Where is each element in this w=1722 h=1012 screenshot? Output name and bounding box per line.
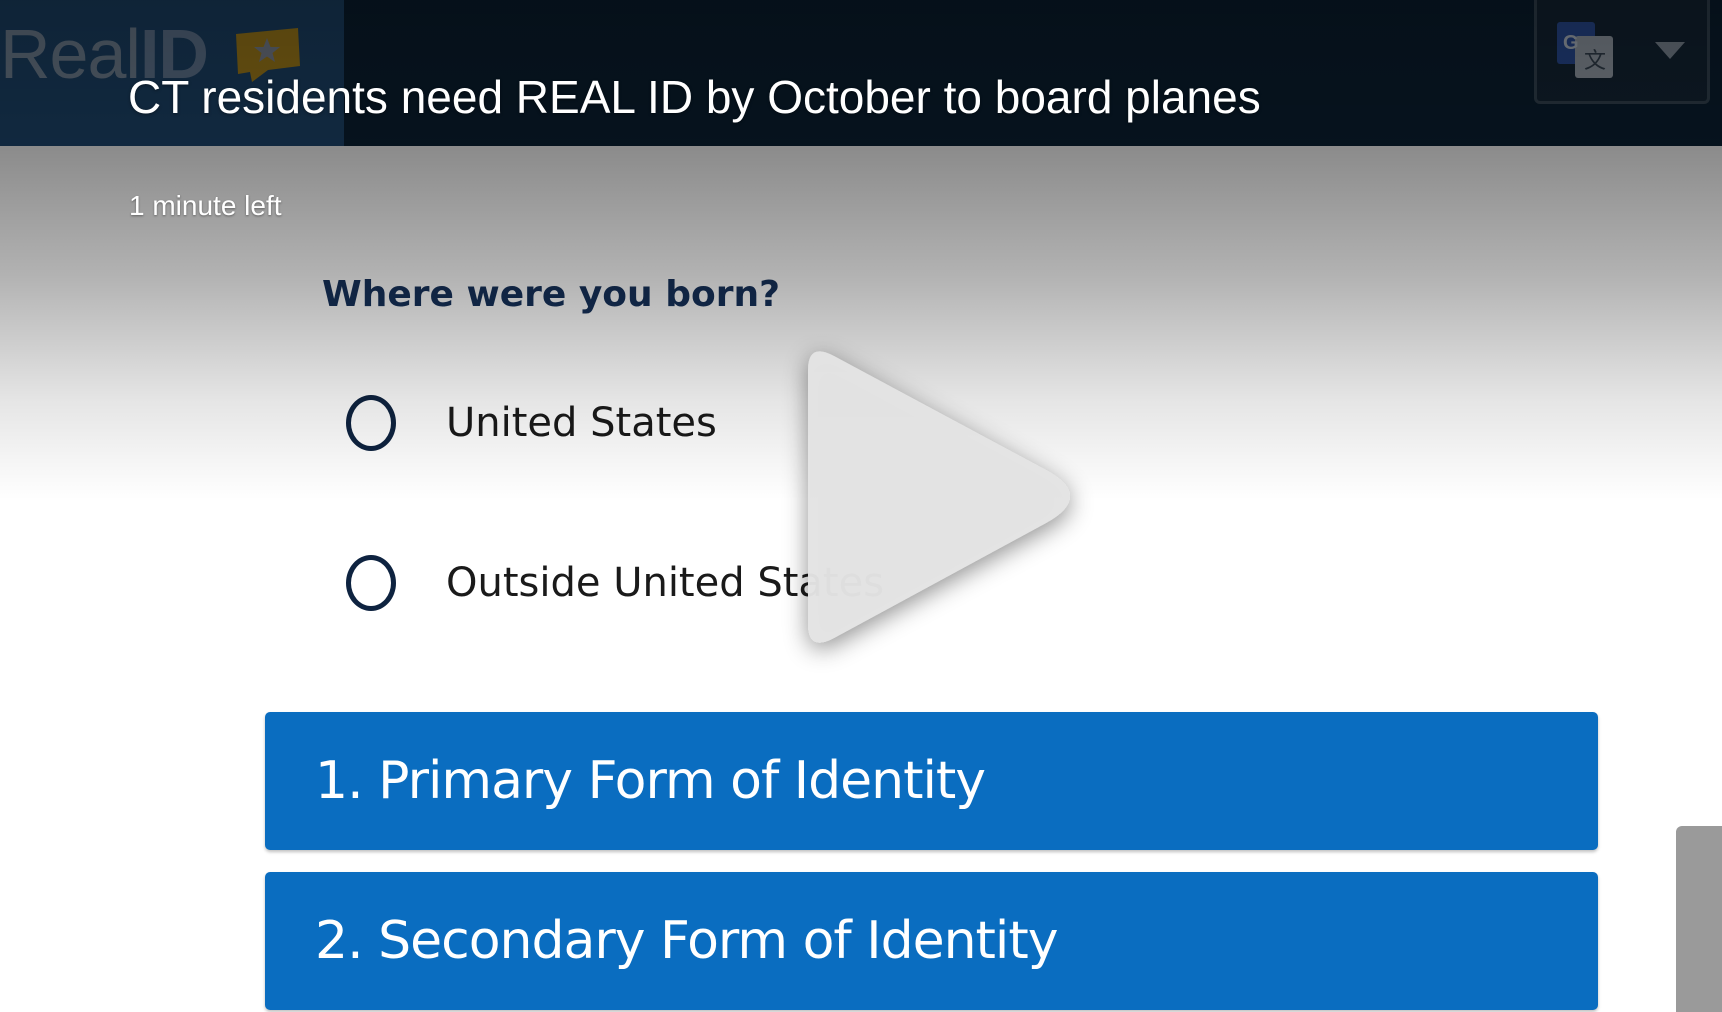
chevron-down-icon — [1655, 42, 1685, 59]
section-primary-identity: 1. Primary Form of Identity — [265, 712, 1598, 850]
video-player[interactable]: RealID G 文 Where were you born? United S… — [0, 0, 1722, 1012]
site-logo-text: Real — [0, 15, 141, 93]
translate-widget: G 文 — [1534, 0, 1710, 104]
section-label: 2. Secondary Form of Identity — [315, 911, 1059, 971]
page-scrollbar — [1676, 826, 1722, 1012]
radio-circle-icon — [346, 395, 396, 451]
svg-text:文: 文 — [1584, 49, 1606, 74]
radio-circle-icon — [346, 555, 396, 611]
google-translate-icon: G 文 — [1557, 22, 1613, 78]
video-title: CT residents need REAL ID by October to … — [128, 71, 1261, 123]
section-label: 1. Primary Form of Identity — [315, 751, 986, 811]
radio-option-label: United States — [446, 400, 717, 446]
play-button[interactable] — [778, 340, 1078, 660]
play-icon[interactable] — [778, 340, 1078, 660]
time-remaining: 1 minute left — [129, 190, 282, 221]
radio-option-united-states: United States — [346, 388, 717, 458]
svg-text:G: G — [1563, 32, 1579, 54]
birthplace-question: Where were you born? — [322, 274, 780, 315]
section-secondary-identity: 2. Secondary Form of Identity — [265, 872, 1598, 1010]
